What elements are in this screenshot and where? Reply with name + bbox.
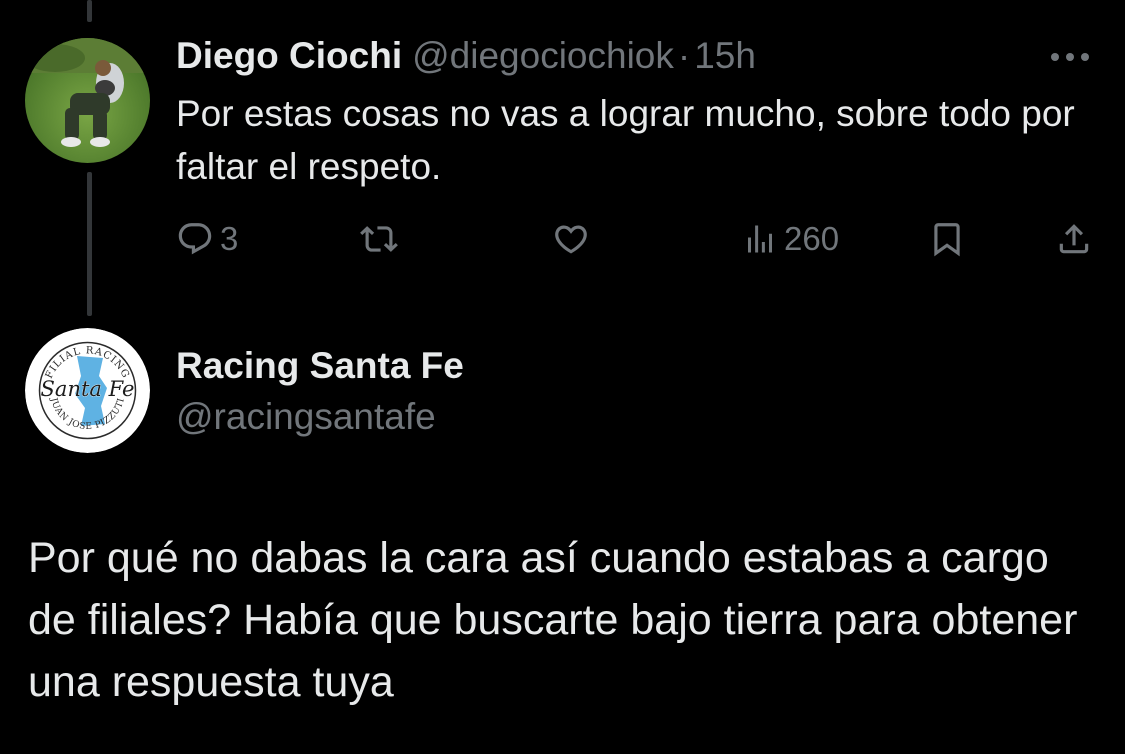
more-icon — [1051, 53, 1089, 61]
main-author-handle[interactable]: @racingsantafe — [176, 394, 436, 440]
retweet-icon — [360, 226, 398, 252]
racing-logo: FILIAL RACING JUAN JOSE PIZZUTI Santa Fe — [25, 328, 150, 453]
reply-button[interactable]: 3 — [176, 218, 238, 260]
like-button[interactable] — [552, 218, 590, 260]
author-name[interactable]: Diego Ciochi — [176, 35, 402, 76]
reply-text: Por estas cosas no vas a lograr mucho, s… — [176, 93, 1075, 187]
avatar-racing-santa-fe[interactable]: FILIAL RACING JUAN JOSE PIZZUTI Santa Fe — [25, 328, 150, 453]
share-button[interactable] — [1055, 218, 1093, 260]
thread-line-top — [87, 0, 92, 22]
reply-header: Diego Ciochi @diegociochiok · 15h — [176, 33, 756, 79]
more-options-button[interactable] — [1047, 40, 1093, 74]
reply-icon — [178, 223, 212, 255]
avatar-diego-ciochi[interactable] — [25, 38, 150, 163]
views-count: 260 — [784, 220, 840, 257]
timestamp[interactable]: 15h — [694, 35, 756, 76]
separator-dot: · — [677, 35, 691, 76]
svg-text:Santa Fe: Santa Fe — [41, 377, 135, 401]
author-handle[interactable]: @diegociochiok — [412, 35, 674, 76]
bookmark-icon — [934, 223, 960, 257]
retweet-button[interactable] — [360, 218, 398, 260]
main-tweet-text: Por qué no dabas la cara así cuando esta… — [28, 534, 1078, 706]
views-button[interactable]: 260 — [742, 218, 839, 260]
views-icon — [748, 225, 772, 253]
bookmark-button[interactable] — [928, 218, 966, 260]
reply-count: 3 — [220, 220, 239, 257]
share-icon — [1059, 224, 1089, 254]
main-author-name[interactable]: Racing Santa Fe — [176, 343, 464, 389]
thread-line-connector — [87, 172, 92, 316]
like-icon — [555, 225, 587, 254]
